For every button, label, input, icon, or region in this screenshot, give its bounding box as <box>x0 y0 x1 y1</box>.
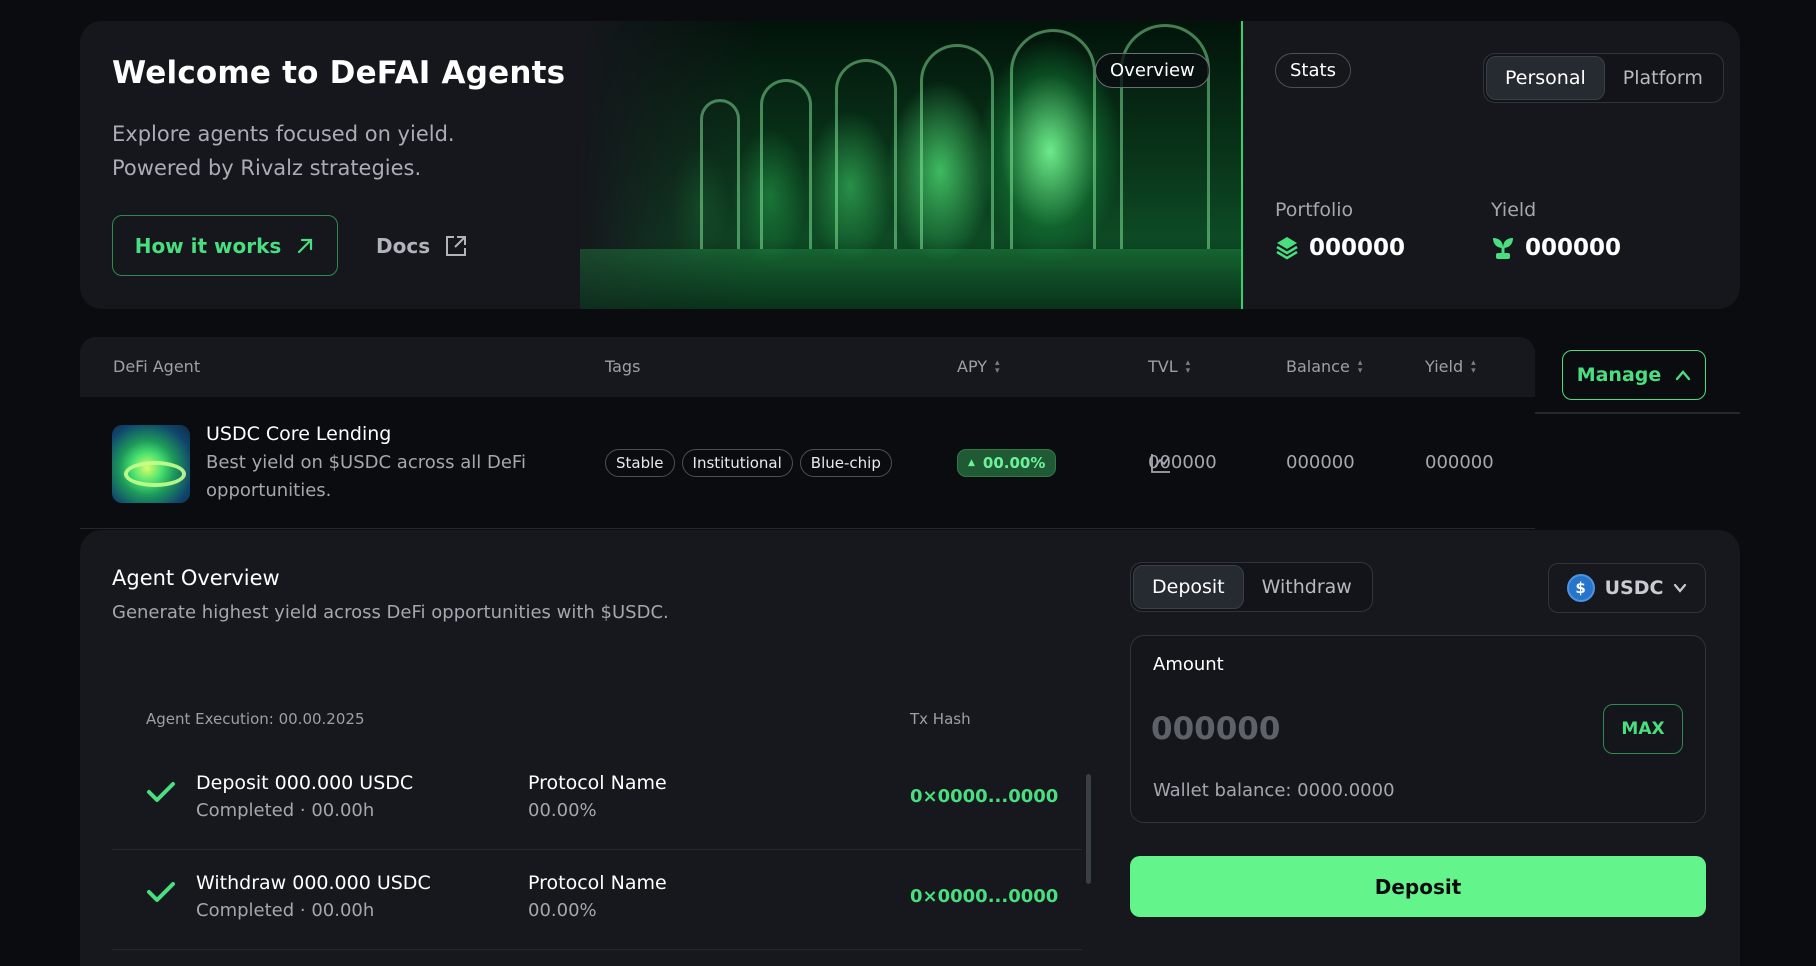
agent-overview-title: Agent Overview <box>112 566 280 590</box>
manage-label: Manage <box>1576 364 1662 386</box>
check-icon <box>147 882 175 902</box>
column-header-agent: DeFi Agent <box>113 357 201 376</box>
coin-label: USDC <box>1604 577 1664 599</box>
sort-icon: ▴ ▾ <box>1185 357 1191 376</box>
max-button[interactable]: MAX <box>1603 704 1683 754</box>
column-header-balance[interactable]: Balance ▴ ▾ <box>1286 357 1362 376</box>
sort-icon: ▴ ▾ <box>995 357 1000 376</box>
execution-title: Withdraw 000.000 USDC <box>196 872 431 894</box>
external-link-icon <box>446 235 467 256</box>
caret-up-icon: ▲ <box>968 458 975 468</box>
tab-deposit[interactable]: Deposit <box>1133 565 1244 609</box>
protocol-name: Protocol Name <box>528 772 667 794</box>
layers-icon <box>1276 237 1298 260</box>
hero-subtitle: Explore agents focused on yield. Powered… <box>112 117 455 185</box>
portfolio-label: Portfolio <box>1275 199 1354 221</box>
table-row[interactable]: USDC Core Lending Best yield on $USDC ac… <box>80 397 1535 529</box>
check-icon <box>147 782 175 802</box>
list-item: Deposit 000.000 USDC Completed · 00.00h … <box>112 750 1082 850</box>
chevron-up-icon <box>1676 370 1691 381</box>
amount-box: Amount MAX Wallet balance: 0000.0000 <box>1130 635 1706 823</box>
apy-value: 00.00% <box>982 454 1046 472</box>
execution-title: Deposit 000.000 USDC <box>196 772 414 794</box>
chevron-down-icon <box>1674 583 1687 593</box>
agent-tags: Stable Institutional Blue-chip <box>605 449 892 477</box>
list-item: Withdraw 000.000 USDC Completed · 00.00h… <box>112 850 1082 950</box>
column-header-tags: Tags <box>605 357 641 376</box>
amount-label: Amount <box>1153 654 1224 675</box>
tag-stable: Stable <box>605 449 675 477</box>
column-header-tvl[interactable]: TVL ▴ ▾ <box>1148 357 1190 376</box>
tag-institutional: Institutional <box>681 449 793 477</box>
sprout-icon <box>1493 238 1513 259</box>
tag-blue-chip: Blue-chip <box>799 449 892 477</box>
agent-description: Best yield on $USDC across all DeFi oppo… <box>206 452 526 501</box>
stats-scope-toggle: Personal Platform <box>1483 53 1724 103</box>
tab-platform[interactable]: Platform <box>1605 56 1721 100</box>
agents-table-header: DeFi Agent Tags APY ▴ ▾ TVL ▴ ▾ Balance ▴ ▾ Yi… <box>80 337 1535 397</box>
hero-subtitle-line-1: Explore agents focused on yield. <box>112 122 455 146</box>
column-header-apy[interactable]: APY ▴ ▾ <box>957 357 1000 376</box>
page-title: Welcome to DeFAI Agents <box>112 55 566 91</box>
agent-avatar <box>112 425 190 503</box>
usdc-icon: $ <box>1566 574 1595 602</box>
tx-hash-link[interactable]: 0×0000...0000 <box>910 886 1058 907</box>
tab-personal[interactable]: Personal <box>1486 56 1605 100</box>
column-header-yield[interactable]: Yield ▴ ▾ <box>1425 357 1476 376</box>
manage-divider <box>1535 412 1740 414</box>
execution-list-scrollbar[interactable] <box>1086 774 1091 884</box>
sort-icon: ▴ ▾ <box>1471 357 1476 376</box>
sort-icon: ▴ ▾ <box>1357 357 1363 376</box>
agent-detail-panel: Agent Overview Generate highest yield ac… <box>80 530 1740 966</box>
yield-stat: Yield 000000 <box>1491 199 1621 261</box>
hero-subtitle-line-2: Powered by Rivalz strategies. <box>112 156 422 180</box>
balance-value: 000000 <box>1286 452 1355 473</box>
apy-badge: ▲ 00.00% <box>957 449 1057 477</box>
manage-button[interactable]: Manage <box>1562 350 1706 400</box>
agent-overview-subtitle: Generate highest yield across DeFi oppor… <box>112 602 669 623</box>
coin-select[interactable]: $ USDC <box>1548 563 1706 613</box>
row-yield-value: 000000 <box>1425 452 1494 473</box>
deposit-button[interactable]: Deposit <box>1130 856 1706 917</box>
how-it-works-label: How it works <box>134 233 282 258</box>
amount-input[interactable] <box>1151 706 1571 752</box>
yield-value-row: 000000 <box>1491 235 1621 261</box>
overview-badge: Overview <box>1095 53 1210 88</box>
docs-label: Docs <box>376 233 431 258</box>
execution-date-label: Agent Execution: 00.00.2025 <box>146 710 365 728</box>
protocol-name: Protocol Name <box>528 872 667 894</box>
wallet-balance: Wallet balance: 0000.0000 <box>1153 780 1395 801</box>
arrow-up-right-icon <box>298 238 313 253</box>
portfolio-value: 000000 <box>1309 235 1406 261</box>
tvl-value: 000000 <box>1148 452 1217 473</box>
deposit-withdraw-toggle: Deposit Withdraw <box>1130 562 1373 612</box>
portfolio-stat: Portfolio 000000 <box>1275 199 1405 261</box>
docs-link[interactable]: Docs <box>376 215 468 276</box>
protocol-percent: 00.00% <box>528 900 597 921</box>
hero-card: Welcome to DeFAI Agents Explore agents f… <box>80 21 1740 309</box>
agent-name: USDC Core Lending <box>206 423 392 445</box>
tx-hash-link[interactable]: 0×0000...0000 <box>910 786 1058 807</box>
portfolio-value-row: 000000 <box>1275 235 1405 261</box>
stats-badge: Stats <box>1275 53 1351 88</box>
execution-status: Completed · 00.00h <box>196 800 375 821</box>
hero-divider <box>1241 21 1243 309</box>
protocol-percent: 00.00% <box>528 800 597 821</box>
how-it-works-button[interactable]: How it works <box>112 215 338 276</box>
yield-value: 000000 <box>1525 235 1622 261</box>
yield-label: Yield <box>1491 199 1537 221</box>
execution-status: Completed · 00.00h <box>196 900 375 921</box>
tab-withdraw[interactable]: Withdraw <box>1244 565 1370 609</box>
tx-hash-header: Tx Hash <box>910 710 971 728</box>
